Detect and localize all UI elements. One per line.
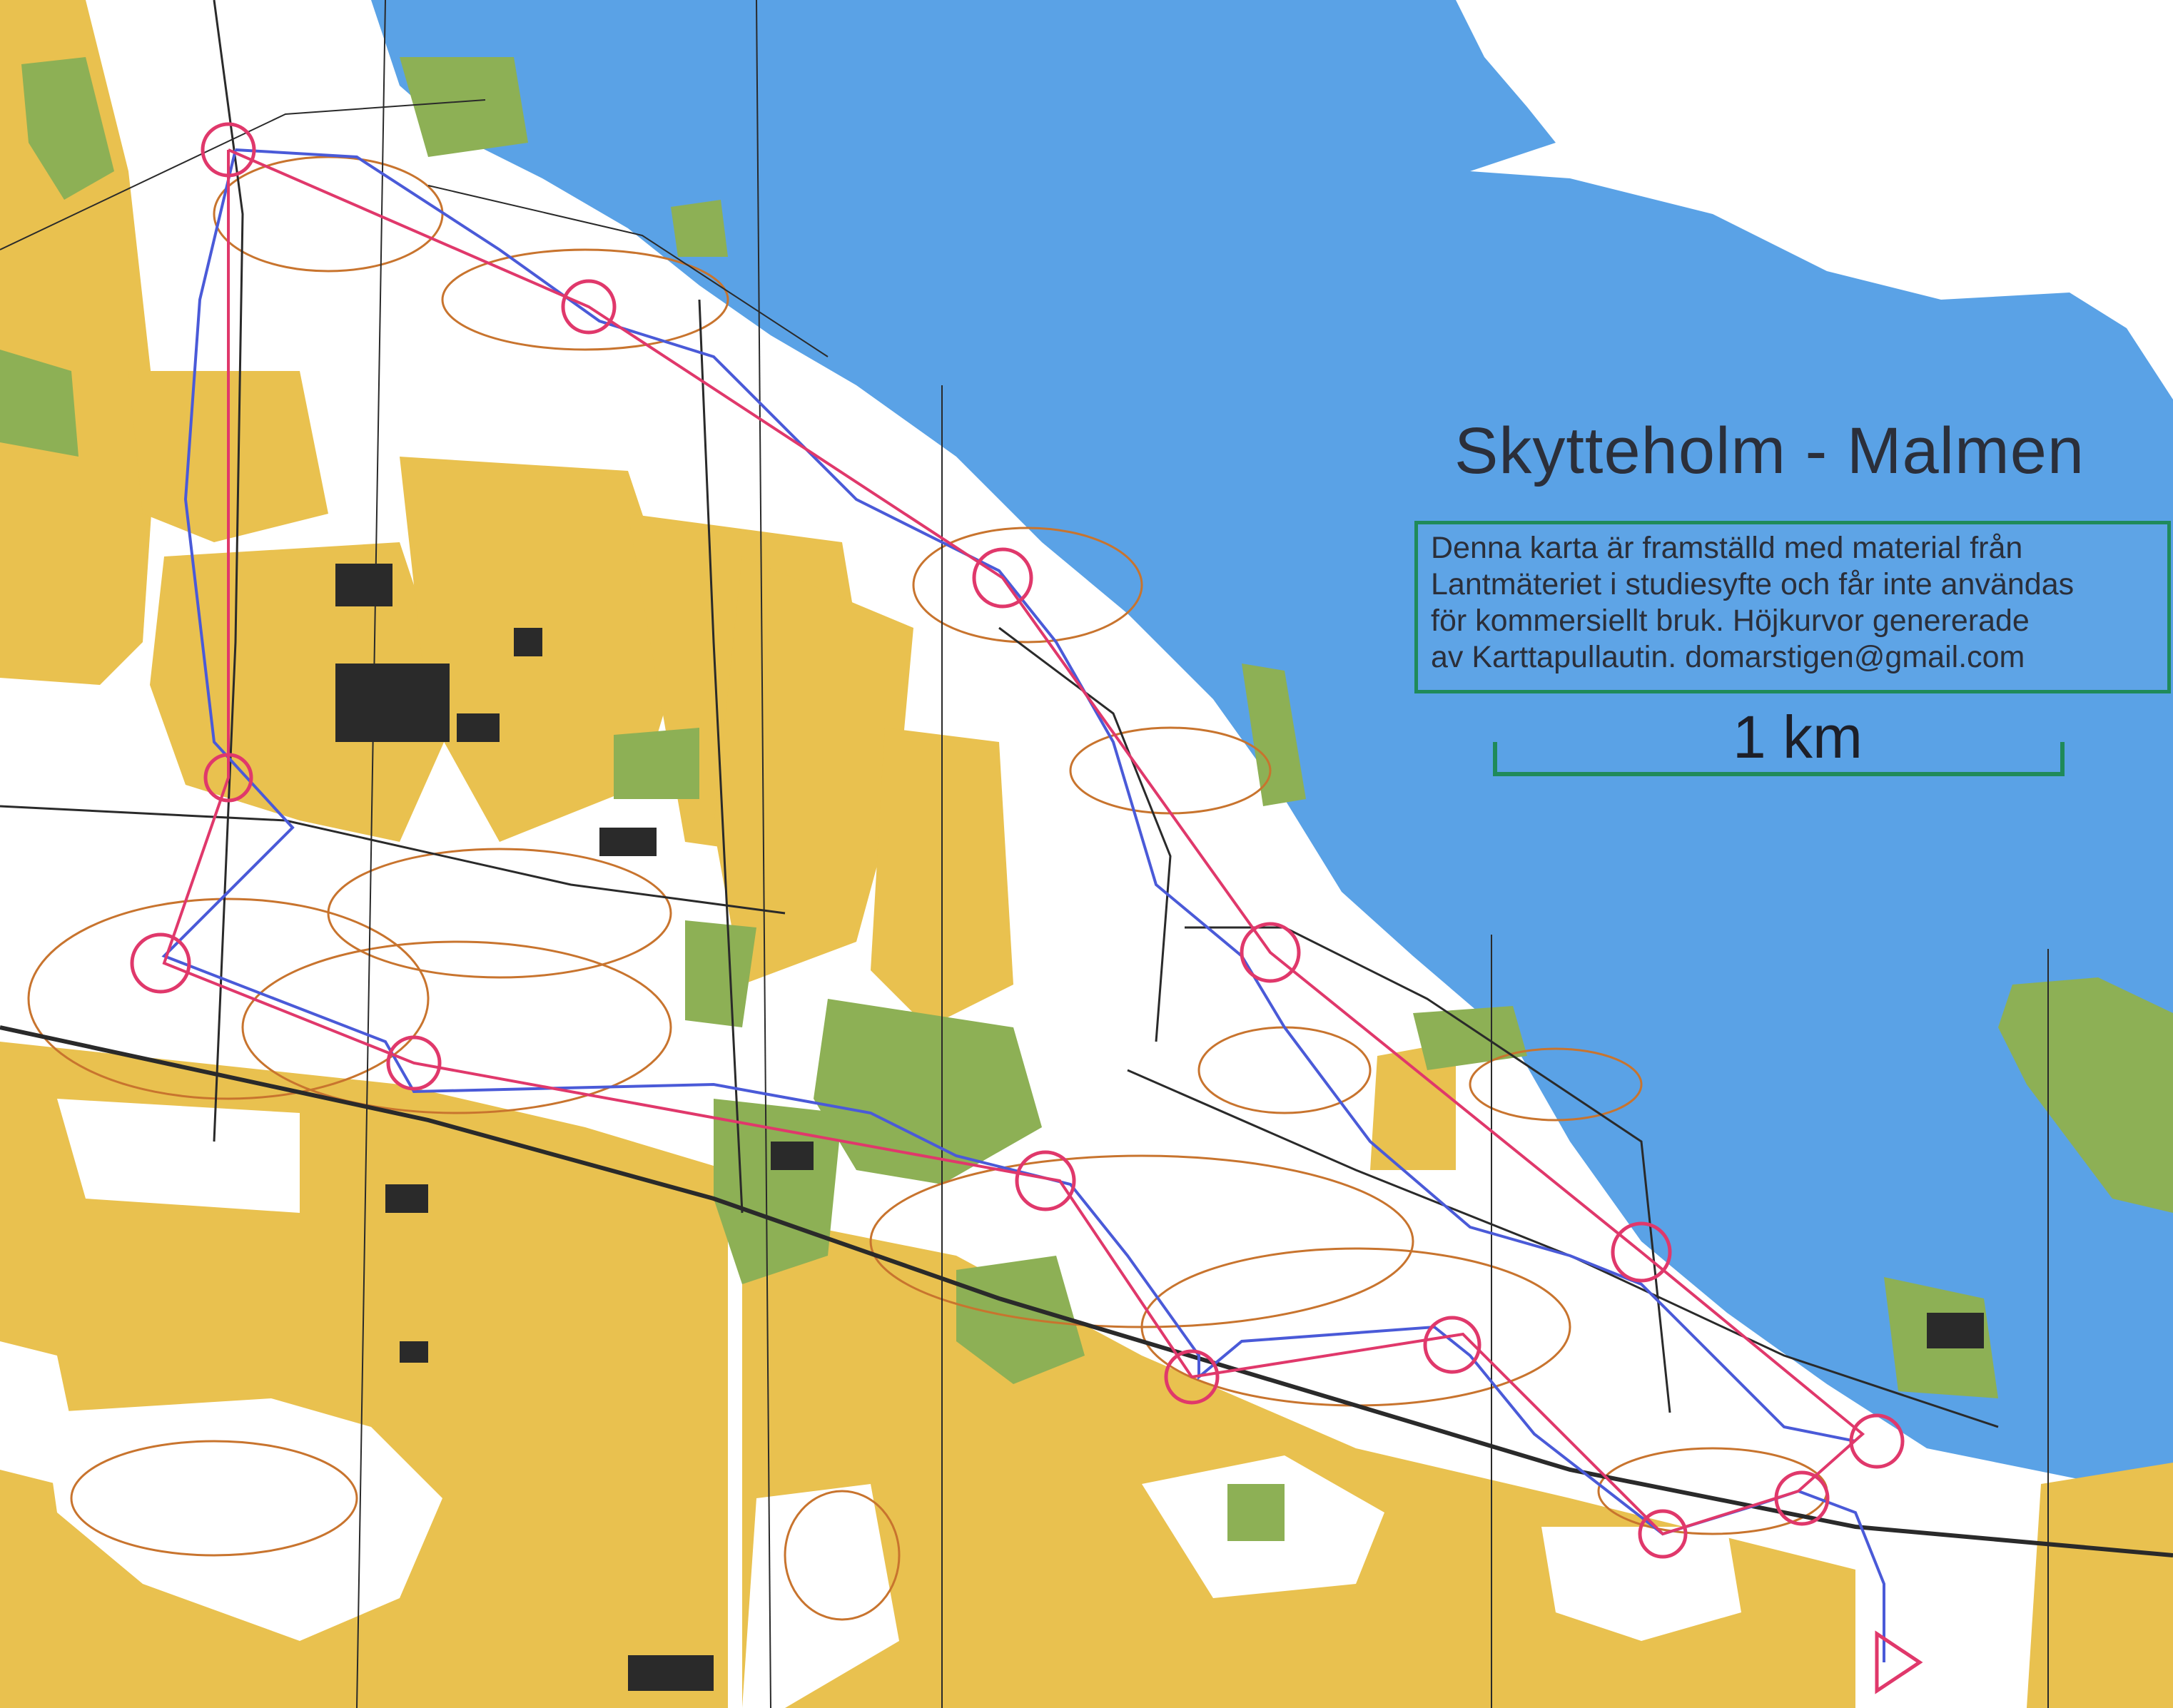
scale-label: 1 km [1733, 703, 1863, 771]
orienteering-map: Skytteholm - Malmen Denna karta är frams… [0, 0, 2173, 1708]
copyright-info-box: Denna karta är framställd med material f… [1414, 521, 2171, 693]
info-line: av Karttapullautin. domarstigen@gmail.co… [1431, 640, 2025, 674]
map-canvas [0, 0, 2173, 1708]
map-title: Skytteholm - Malmen [1454, 415, 2085, 487]
info-line: Lantmäteriet i studiesyfte och får inte … [1431, 567, 2075, 601]
info-line: för kommersiellt bruk. Höjkurvor generer… [1431, 604, 2030, 638]
info-line: Denna karta är framställd med material f… [1431, 531, 2023, 565]
